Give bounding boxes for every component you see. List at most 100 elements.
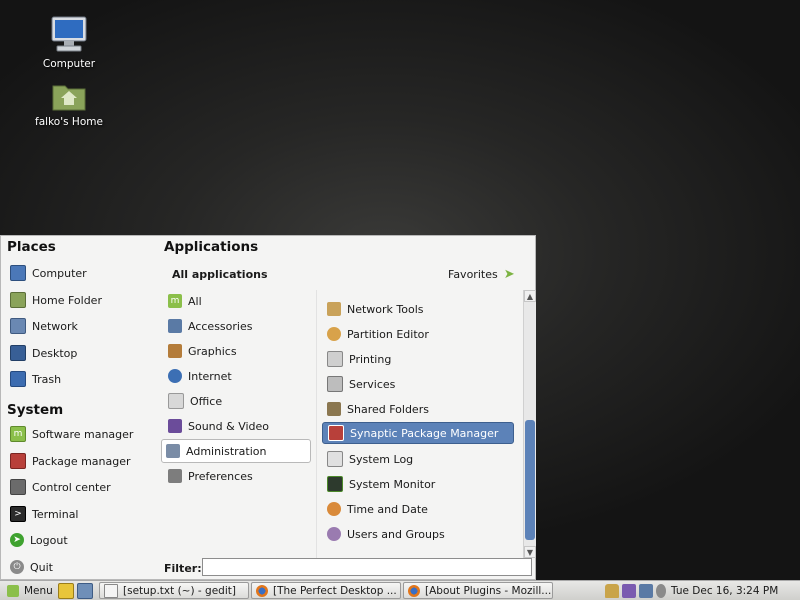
category-label: Administration [186,444,267,458]
category-label: Preferences [188,469,253,483]
graphics-icon [168,344,182,358]
category-graphics[interactable]: Graphics [164,340,309,362]
software-manager-icon: m [10,426,26,442]
system-title: System [7,402,64,418]
menu-button[interactable]: Menu [3,582,55,599]
gedit-icon [104,583,118,598]
category-internet[interactable]: Internet [164,365,309,387]
network-status-icon[interactable] [639,583,653,598]
terminal-icon: > [10,506,26,522]
system-item-quit[interactable]: ⏻ Quit [10,557,53,577]
category-office[interactable]: Office [164,390,309,412]
app-time-and-date[interactable]: Time and Date [327,498,517,520]
category-all[interactable]: m All [164,290,309,312]
mint-logo-icon [7,584,19,597]
system-item-label: Software manager [32,427,134,441]
screenshot-launcher-icon[interactable] [77,582,93,599]
services-icon [327,376,343,392]
taskbar-window-firefox-1[interactable]: [The Perfect Desktop ... [251,582,401,599]
category-accessories[interactable]: Accessories [164,315,309,337]
scroll-up-arrow-icon[interactable]: ▲ [524,290,536,302]
places-title: Places [7,239,56,255]
category-label: Internet [188,369,232,383]
taskbar: Menu [setup.txt (~) - gedit] [The Perfec… [0,580,800,600]
app-system-log[interactable]: System Log [327,448,517,470]
taskbar-window-firefox-2[interactable]: [About Plugins - Mozill... [403,582,553,599]
volume-icon[interactable] [656,583,666,598]
mint-icon: m [168,294,182,308]
app-system-monitor[interactable]: System Monitor [327,473,517,495]
favorites-button[interactable]: Favorites ➤ [448,267,515,282]
desktop-icon-label: Computer [42,58,96,70]
app-label: Time and Date [347,502,428,516]
desktop-icon [10,345,26,361]
app-synaptic-package-manager[interactable]: Synaptic Package Manager [322,422,514,444]
places-item-trash[interactable]: Trash [10,369,61,389]
places-item-home-folder[interactable]: Home Folder [10,290,102,310]
taskbar-window-label: [The Perfect Desktop ... [273,584,397,597]
network-icon [10,318,26,334]
shared-folders-icon [327,402,341,416]
network-tools-icon [327,302,341,316]
all-applications-label: All applications [172,268,268,281]
places-item-label: Network [32,319,78,333]
internet-icon [168,369,182,383]
category-sound-video[interactable]: Sound & Video [164,415,309,437]
desktop-icon-computer[interactable]: Computer [24,16,114,70]
system-item-label: Control center [32,480,111,494]
logout-icon: ➤ [10,533,24,547]
places-item-network[interactable]: Network [10,316,78,336]
app-network-tools[interactable]: Network Tools [327,298,517,320]
trash-icon [10,371,26,387]
clock[interactable]: Tue Dec 16, 3:24 PM [671,585,778,597]
arrow-right-icon: ➤ [503,267,515,282]
favorites-label: Favorites [448,268,498,281]
app-label: Synaptic Package Manager [350,426,499,440]
accessories-icon [168,319,182,333]
app-users-and-groups[interactable]: Users and Groups [327,523,517,545]
system-item-label: Terminal [32,507,79,521]
places-item-desktop[interactable]: Desktop [10,343,77,363]
category-administration[interactable]: Administration [161,439,311,463]
sound-video-icon [168,419,182,433]
places-item-label: Trash [32,372,62,386]
settings-icon[interactable] [622,583,636,598]
lock-icon[interactable] [605,583,619,598]
places-item-computer[interactable]: Computer [10,263,87,283]
computer-icon [51,16,87,52]
partition-editor-icon [327,327,341,341]
apps-scrollbar[interactable]: ▲ ▼ [523,290,536,558]
taskbar-window-label: [setup.txt (~) - gedit] [123,584,236,597]
users-groups-icon [327,527,341,541]
text-editor-launcher-icon[interactable] [58,582,74,599]
app-label: Partition Editor [347,327,429,341]
printer-icon [327,351,343,367]
system-monitor-icon [327,476,343,492]
firefox-icon [256,584,268,597]
category-label: Office [190,394,223,408]
administration-icon [166,444,180,458]
category-label: Graphics [188,344,237,358]
scroll-down-arrow-icon[interactable]: ▼ [524,546,536,558]
desktop-icon-home[interactable]: falko's Home [24,80,114,128]
app-services[interactable]: Services [327,373,517,395]
system-item-package-manager[interactable]: Package manager [10,451,131,471]
app-partition-editor[interactable]: Partition Editor [327,323,517,345]
app-shared-folders[interactable]: Shared Folders [327,398,517,420]
time-date-icon [327,502,341,516]
category-preferences[interactable]: Preferences [164,465,309,487]
taskbar-window-label: [About Plugins - Mozill... [425,584,552,597]
app-label: Network Tools [347,302,424,316]
system-item-logout[interactable]: ➤ Logout [10,530,68,550]
taskbar-window-gedit[interactable]: [setup.txt (~) - gedit] [99,582,249,599]
scrollbar-thumb[interactable] [525,420,535,540]
app-printing[interactable]: Printing [327,348,517,370]
places-item-label: Computer [32,266,87,280]
system-item-software-manager[interactable]: m Software manager [10,424,133,444]
system-item-control-center[interactable]: Control center [10,477,111,497]
synaptic-icon [328,425,344,441]
system-item-terminal[interactable]: > Terminal [10,504,79,524]
applications-list[interactable]: Network Tools Partition Editor Printing … [316,290,524,558]
system-item-label: Logout [30,533,68,547]
filter-input[interactable] [202,558,532,576]
